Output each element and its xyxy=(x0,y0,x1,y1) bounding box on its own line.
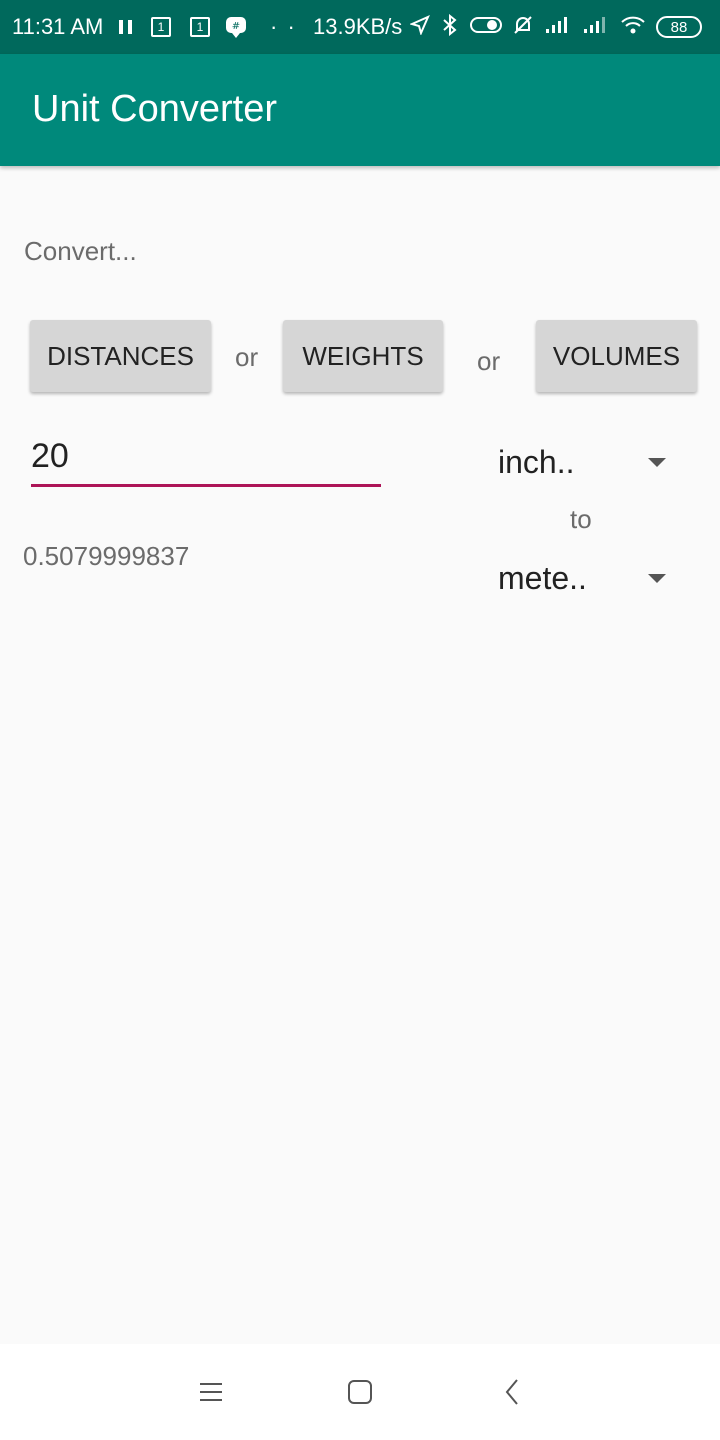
dropdown-arrow-icon xyxy=(648,573,666,583)
sim2-label: 1 xyxy=(190,17,210,37)
alarm-off-icon xyxy=(512,14,534,41)
result-value: 0.5079999837 xyxy=(23,541,190,571)
to-unit-value: mete.. xyxy=(498,559,587,596)
svg-text:#: # xyxy=(232,21,240,32)
value-input-wrapper xyxy=(31,430,381,488)
toggle-icon xyxy=(470,15,502,40)
sim-icon: 1 xyxy=(151,0,171,54)
pause-icon xyxy=(118,0,134,54)
distances-button[interactable]: DISTANCES xyxy=(30,320,211,392)
app-title: Unit Converter xyxy=(32,88,277,130)
or-separator: or xyxy=(477,346,501,376)
battery-level: 88 xyxy=(670,18,688,36)
sim-icon: 1 xyxy=(190,0,210,54)
weights-button[interactable]: WEIGHTS xyxy=(283,320,443,392)
status-icons: 88 xyxy=(409,0,702,54)
signal-icon xyxy=(582,15,610,40)
back-icon[interactable] xyxy=(472,1344,552,1440)
net-speed: 13.9KB/s xyxy=(313,14,403,39)
or-separator: or xyxy=(235,342,259,372)
volumes-button[interactable]: VOLUMES xyxy=(536,320,697,392)
app-bar: Unit Converter xyxy=(0,54,720,166)
convert-label: Convert... xyxy=(24,236,137,266)
to-unit-spinner[interactable]: mete.. xyxy=(498,548,678,608)
from-unit-value: inch.. xyxy=(498,443,575,480)
value-input[interactable] xyxy=(31,430,381,487)
bluetooth-icon xyxy=(440,13,460,41)
signal-icon xyxy=(544,15,572,40)
from-unit-spinner[interactable]: inch.. xyxy=(498,432,678,492)
home-icon[interactable] xyxy=(320,1344,400,1440)
status-dots: · · xyxy=(270,14,297,39)
location-icon xyxy=(409,14,430,40)
to-label: to xyxy=(570,504,592,534)
menu-icon[interactable] xyxy=(171,1344,251,1440)
wifi-icon xyxy=(620,15,646,40)
dropdown-arrow-icon xyxy=(648,457,666,467)
status-time: 11:31 AM xyxy=(12,14,104,39)
status-bar: 11:31 AM 1 1 # · · 13.9KB/s 88 xyxy=(0,0,720,54)
navigation-bar xyxy=(0,1344,720,1440)
battery-icon: 88 xyxy=(656,16,702,38)
chat-icon: # xyxy=(224,0,248,54)
sim1-label: 1 xyxy=(151,17,171,37)
